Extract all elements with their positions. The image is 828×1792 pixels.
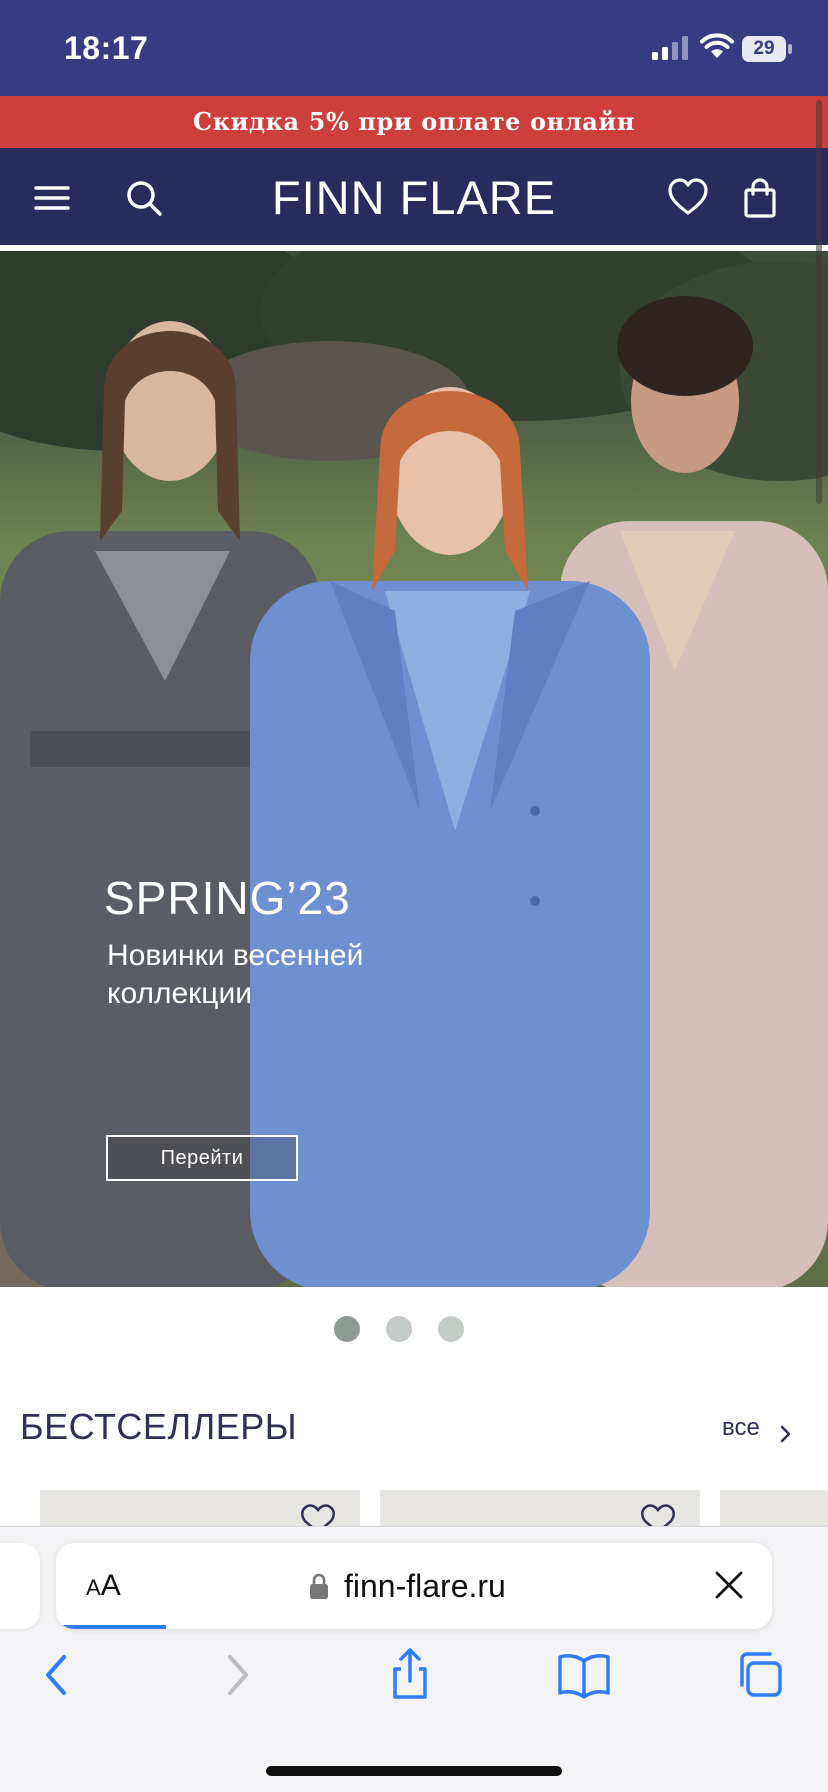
close-icon[interactable] bbox=[714, 1570, 744, 1600]
scrollbar[interactable] bbox=[816, 100, 822, 504]
wifi-icon bbox=[700, 33, 734, 58]
battery-icon: 29 bbox=[742, 36, 792, 62]
chevron-right-icon[interactable] bbox=[780, 1424, 792, 1444]
carousel-dot-3[interactable] bbox=[438, 1316, 464, 1342]
bookmarks-icon[interactable] bbox=[554, 1645, 614, 1705]
hero-title: SPRING’23 bbox=[104, 872, 351, 924]
share-icon[interactable] bbox=[380, 1645, 440, 1705]
hero-image bbox=[0, 251, 828, 1287]
hero-subtitle: Новинки весенней коллекции bbox=[107, 939, 364, 1010]
promo-banner[interactable]: Скидка 5% при оплате онлайн bbox=[0, 96, 828, 148]
back-icon[interactable] bbox=[28, 1645, 88, 1705]
forward-icon[interactable] bbox=[206, 1645, 266, 1705]
heart-icon[interactable] bbox=[666, 176, 710, 220]
shopping-bag-icon[interactable] bbox=[738, 176, 782, 220]
carousel-dot-2[interactable] bbox=[386, 1316, 412, 1342]
lock-icon bbox=[310, 1573, 328, 1599]
status-bar: 18:17 29 bbox=[0, 0, 828, 96]
logo[interactable]: FINN FLARE bbox=[240, 170, 588, 226]
url-text[interactable]: finn-flare.ru bbox=[344, 1565, 506, 1607]
hero-cta-button[interactable]: Перейти bbox=[106, 1135, 298, 1181]
signal-icon bbox=[652, 36, 688, 60]
status-time: 18:17 bbox=[64, 30, 149, 66]
tabs-icon[interactable] bbox=[730, 1645, 790, 1705]
menu-icon[interactable] bbox=[30, 176, 74, 220]
address-bar[interactable]: AA finn-flare.ru bbox=[56, 1543, 772, 1629]
site-header: FINN FLARE bbox=[0, 148, 828, 248]
carousel-dot-1[interactable] bbox=[334, 1316, 360, 1342]
browser-toolbar: AA finn-flare.ru bbox=[0, 1526, 828, 1792]
home-indicator[interactable] bbox=[266, 1766, 562, 1776]
text-size-button[interactable]: AA bbox=[86, 1563, 142, 1609]
product-card[interactable] bbox=[720, 1490, 828, 1530]
search-icon[interactable] bbox=[122, 176, 166, 220]
page-load-progress bbox=[56, 1625, 166, 1629]
carousel-dots bbox=[0, 1316, 828, 1342]
hero-banner[interactable]: SPRING’23 Новинки весенней коллекции Пер… bbox=[0, 251, 828, 1287]
see-all-link[interactable]: все bbox=[722, 1414, 760, 1442]
battery-level: 29 bbox=[753, 38, 775, 59]
previous-tab-preview[interactable] bbox=[0, 1543, 40, 1629]
product-card[interactable] bbox=[380, 1490, 700, 1532]
section-title: БЕСТСЕЛЛЕРЫ bbox=[20, 1406, 298, 1447]
product-card[interactable] bbox=[40, 1490, 360, 1532]
